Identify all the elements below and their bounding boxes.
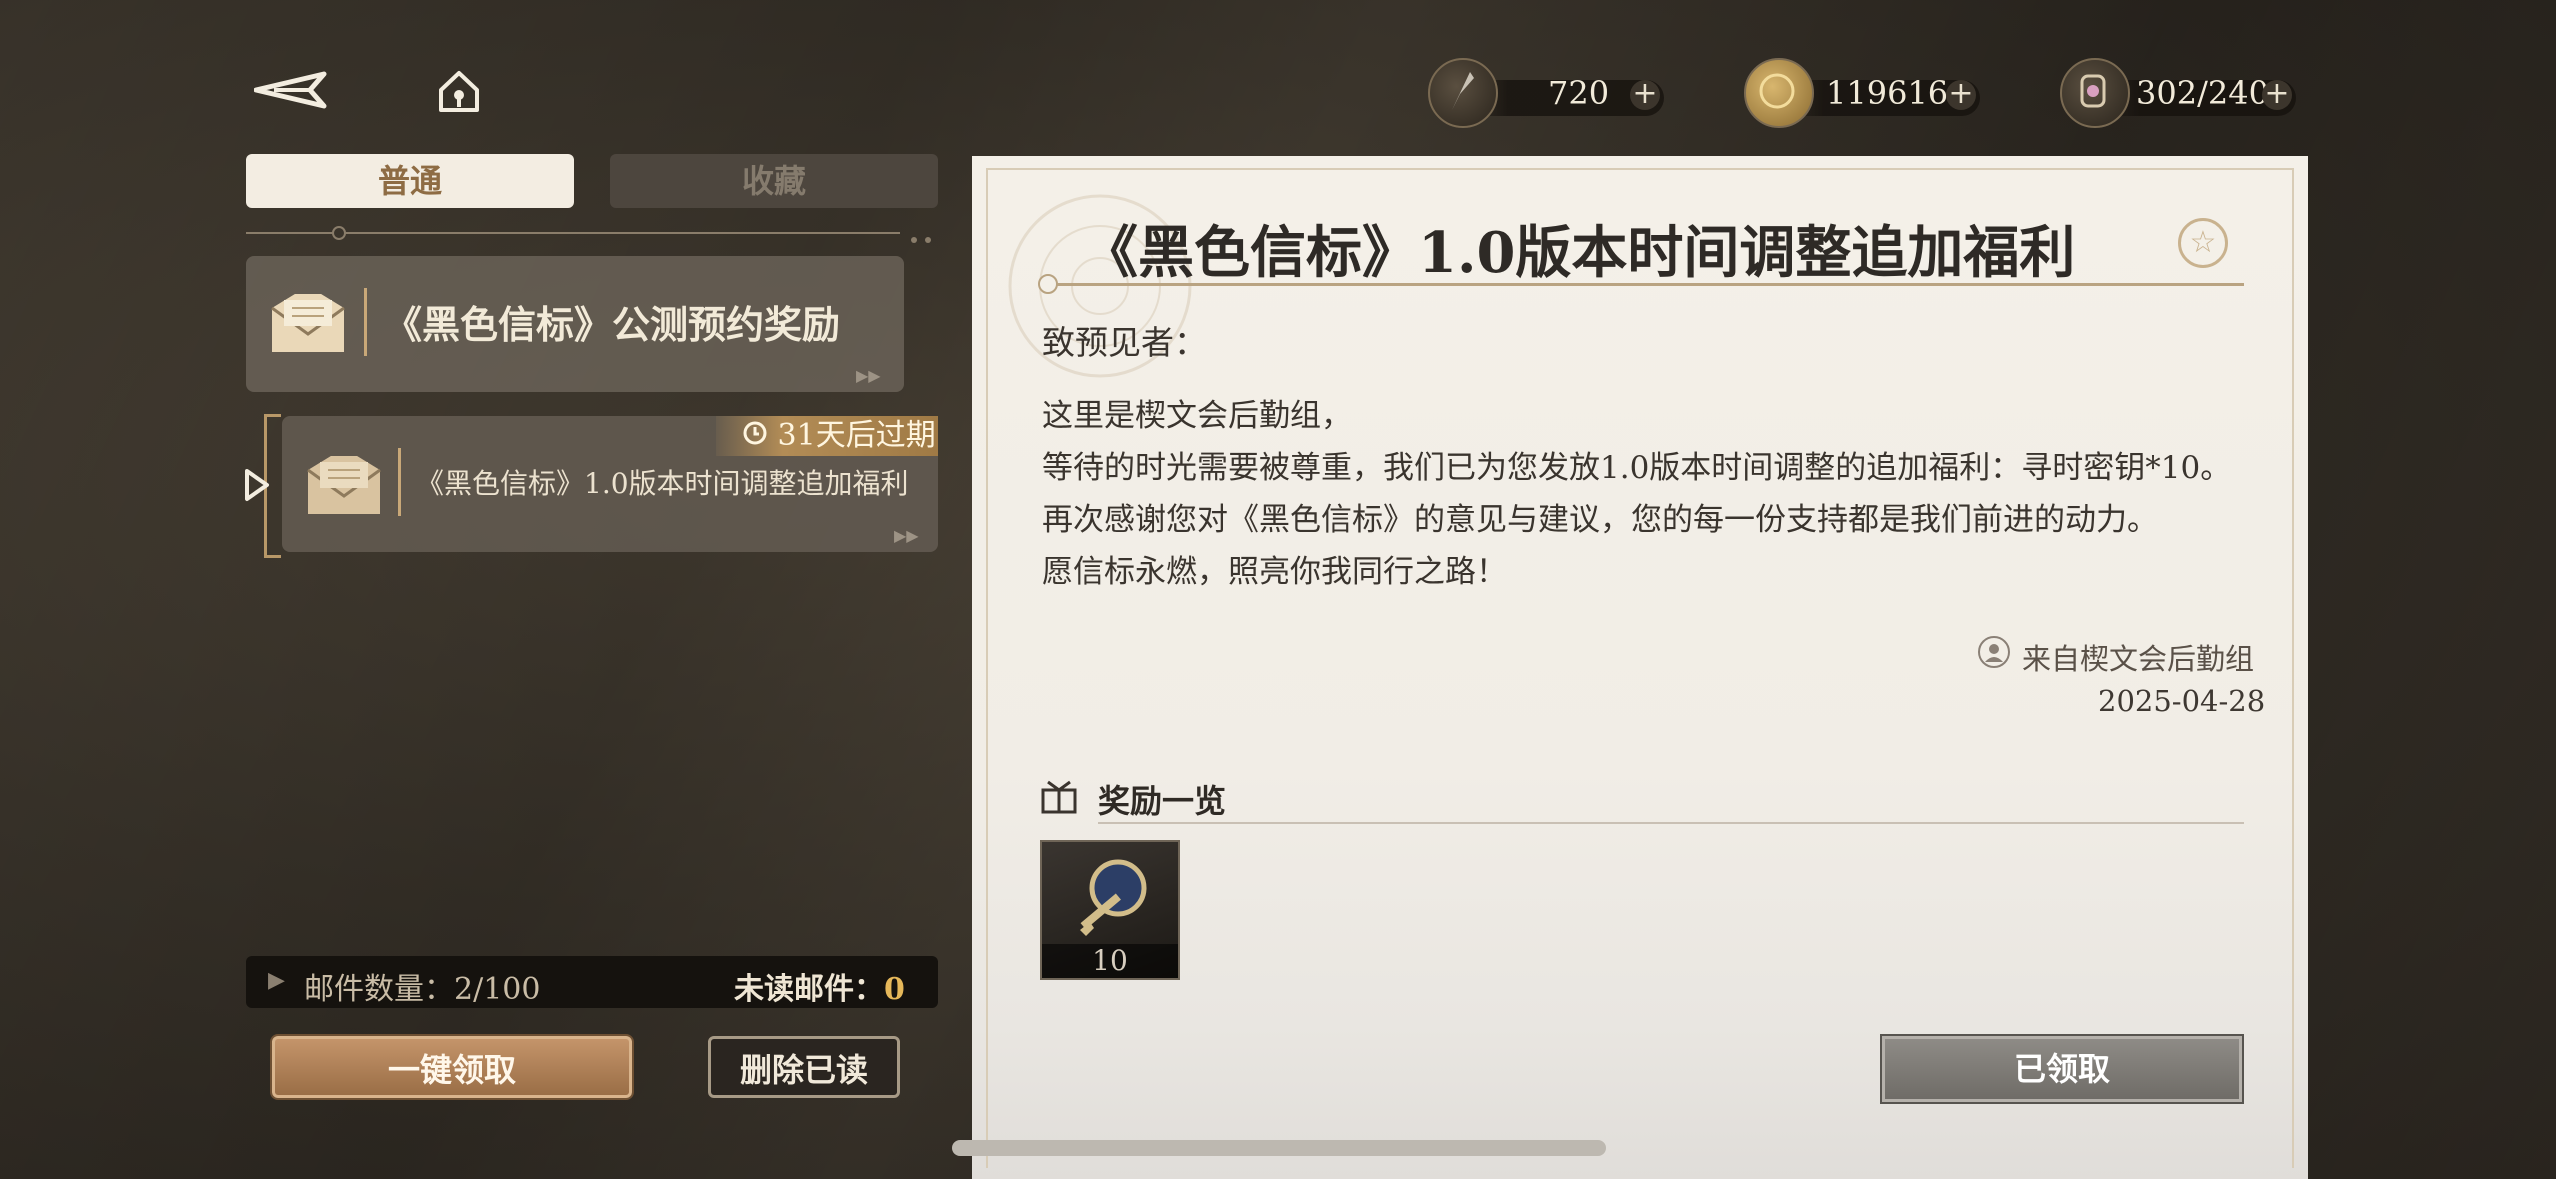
mail-list-item[interactable]: 《黑色信标》公测预约奖励 ▶▶ [246,256,904,392]
mail-count-value: 2/100 [454,972,541,1007]
add-lantern-button[interactable]: + [2262,79,2292,110]
mail-body-line: 等待的时光需要被尊重，我们已为您发放1.0版本时间调整的追加福利：寻时密钥*10… [1042,450,2232,486]
rewards-title: 奖励一览 [1098,782,1227,820]
envelope-icon [306,448,382,514]
mail-count-bar: ▶ 邮件数量：2/100 未读邮件：0 [246,956,938,1008]
forward-indicator-icon: ▶▶ [856,366,881,385]
resource-value: 119616 [1826,74,1949,112]
lantern-icon [2060,58,2130,128]
quill-icon [1428,58,1498,128]
mail-body-line: 再次感谢您对《黑色信标》的意见与建议，您的每一份支持都是我们前进的动力。 [1042,502,2158,538]
delete-read-button[interactable]: 删除已读 [708,1036,900,1098]
expiry-badge: 31天后过期 [716,416,938,456]
mail-body-line: 这里是楔文会后勤组， [1042,398,1352,434]
claimed-button[interactable]: 已领取 [1882,1036,2242,1102]
resource-value: 720 [1548,74,1610,112]
resource-quill: 720 + [1428,58,1668,128]
back-arrow-icon[interactable] [253,70,330,110]
mail-date: 2025-04-28 [2098,684,2266,718]
unread-label: 未读邮件： [734,972,884,1007]
unread-value: 0 [884,972,905,1007]
key-icon [1060,852,1160,942]
tab-normal[interactable]: 普通 [246,154,574,208]
resource-coin: 119616 + [1744,58,1984,128]
count-arrow-icon: ▶ [268,968,285,993]
mail-detail-title: 《黑色信标》1.0版本时间调整追加福利 [1082,220,2076,286]
mail-title: 《黑色信标》1.0版本时间调整追加福利 [416,467,909,500]
home-indicator[interactable] [952,1140,1606,1156]
claim-all-button[interactable]: 一键领取 [272,1036,632,1098]
mail-title: 《黑色信标》公测预约奖励 [384,302,841,347]
favorite-star-icon[interactable]: ☆ [2178,218,2228,268]
add-quill-button[interactable]: + [1630,79,1660,110]
mail-greeting: 致预见者： [1042,323,1207,362]
add-coin-button[interactable]: + [1946,79,1976,110]
resource-lantern: 302/240 + [2060,58,2300,128]
title-ornament-icon [1038,274,1058,294]
reward-item[interactable]: 10 [1040,840,1180,980]
envelope-icon [270,286,346,352]
forward-indicator-icon: ▶▶ [894,526,919,545]
selected-arrow-icon [244,468,270,510]
gift-box-icon [1040,778,1078,816]
tab-favorites[interactable]: 收藏 [610,154,938,208]
title-underline [1046,283,2244,286]
mail-body-line: 愿信标永燃，照亮你我同行之路！ [1042,554,1507,590]
clock-icon [742,417,768,457]
reward-quantity: 10 [1042,944,1178,978]
rewards-divider [1098,822,2244,824]
divider-dots-icon [910,229,940,243]
home-icon[interactable] [436,68,482,114]
resource-value: 302/240 [2136,74,2269,112]
divider-ornament-icon [332,226,346,240]
coin-icon [1744,58,1814,128]
mail-count-label: 邮件数量： [304,972,454,1007]
sender-avatar-icon [1978,636,2010,668]
mail-sender: 来自楔文会后勤组 [2022,642,2255,676]
expiry-text: 31天后过期 [777,418,936,453]
